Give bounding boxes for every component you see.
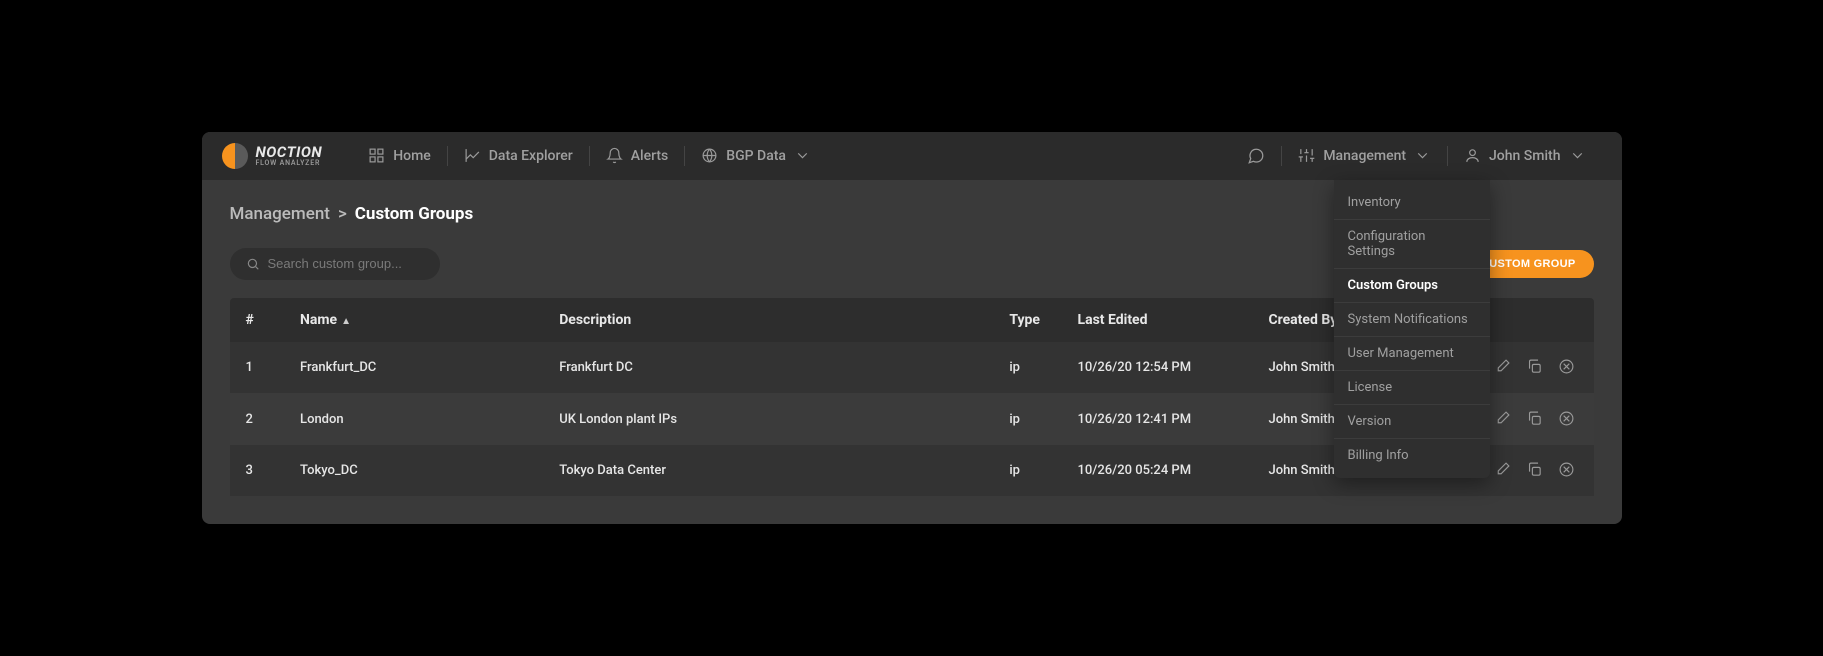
nav-alerts[interactable]: Alerts	[590, 132, 685, 180]
nav-user-label: John Smith	[1489, 148, 1560, 164]
bell-icon	[606, 147, 623, 164]
nav-home[interactable]: Home	[352, 132, 447, 180]
nav-data-explorer-label: Data Explorer	[489, 148, 573, 164]
top-nav: NOCTION FLOW ANALYZER Home Data Explorer…	[202, 132, 1622, 180]
app-window: NOCTION FLOW ANALYZER Home Data Explorer…	[202, 132, 1622, 525]
nav-chat[interactable]	[1231, 132, 1281, 180]
user-icon	[1464, 147, 1481, 164]
chevron-down-icon	[794, 147, 811, 164]
breadcrumb-separator: >	[338, 204, 347, 224]
dropdown-item[interactable]: Custom Groups	[1334, 269, 1490, 303]
delete-icon[interactable]	[1556, 407, 1578, 429]
dropdown-item[interactable]: License	[1334, 371, 1490, 405]
cell-name: Tokyo_DC	[284, 445, 543, 497]
copy-icon[interactable]	[1524, 356, 1546, 378]
dropdown-item[interactable]: Configuration Settings	[1334, 220, 1490, 269]
nav-home-label: Home	[393, 148, 431, 164]
cell-desc: Tokyo Data Center	[543, 445, 993, 497]
delete-icon[interactable]	[1556, 356, 1578, 378]
cell-num: 2	[230, 393, 285, 445]
cell-last-edited: 10/26/20 12:41 PM	[1062, 393, 1253, 445]
copy-icon[interactable]	[1524, 459, 1546, 481]
search-icon	[246, 256, 260, 272]
dropdown-item[interactable]: Billing Info	[1334, 439, 1490, 472]
sort-asc-icon: ▲	[341, 316, 351, 327]
edit-icon[interactable]	[1492, 407, 1514, 429]
dropdown-item[interactable]: System Notifications	[1334, 303, 1490, 337]
cell-desc: UK London plant IPs	[543, 393, 993, 445]
copy-icon[interactable]	[1524, 407, 1546, 429]
nav-bgp-data-label: BGP Data	[726, 148, 786, 164]
nav-user[interactable]: John Smith	[1448, 132, 1601, 180]
brand-name: NOCTION	[256, 145, 323, 160]
breadcrumb-parent[interactable]: Management	[230, 204, 330, 224]
cell-num: 1	[230, 342, 285, 394]
cell-num: 3	[230, 445, 285, 497]
col-header-num[interactable]: #	[230, 298, 285, 342]
edit-icon[interactable]	[1492, 356, 1514, 378]
chat-icon	[1247, 147, 1265, 165]
col-header-last-edited[interactable]: Last Edited	[1062, 298, 1253, 342]
grid-icon	[368, 147, 385, 164]
cell-name: Frankfurt_DC	[284, 342, 543, 394]
col-header-type[interactable]: Type	[993, 298, 1061, 342]
nav-bgp-data[interactable]: BGP Data	[685, 132, 827, 180]
nav-data-explorer[interactable]: Data Explorer	[448, 132, 589, 180]
logo[interactable]: NOCTION FLOW ANALYZER	[222, 143, 323, 169]
chevron-down-icon	[1569, 147, 1586, 164]
cell-type: ip	[993, 445, 1061, 497]
col-header-name[interactable]: Name▲	[284, 298, 543, 342]
edit-icon[interactable]	[1492, 459, 1514, 481]
management-dropdown: InventoryConfiguration SettingsCustom Gr…	[1334, 180, 1490, 478]
cell-last-edited: 10/26/20 05:24 PM	[1062, 445, 1253, 497]
brand-subtitle: FLOW ANALYZER	[256, 160, 323, 167]
dropdown-item[interactable]: Version	[1334, 405, 1490, 439]
sliders-icon	[1298, 147, 1315, 164]
chevron-down-icon	[1414, 147, 1431, 164]
chart-line-icon	[464, 147, 481, 164]
dropdown-item[interactable]: User Management	[1334, 337, 1490, 371]
col-header-desc[interactable]: Description	[543, 298, 993, 342]
logo-icon	[222, 143, 248, 169]
logo-text: NOCTION FLOW ANALYZER	[256, 145, 323, 167]
cell-type: ip	[993, 342, 1061, 394]
breadcrumb-current: Custom Groups	[355, 204, 473, 224]
dropdown-item[interactable]: Inventory	[1334, 186, 1490, 220]
cell-last-edited: 10/26/20 12:54 PM	[1062, 342, 1253, 394]
search-input[interactable]	[268, 256, 424, 271]
delete-icon[interactable]	[1556, 459, 1578, 481]
search-box[interactable]	[230, 248, 440, 280]
cell-desc: Frankfurt DC	[543, 342, 993, 394]
nav-management-label: Management	[1323, 148, 1406, 164]
cell-type: ip	[993, 393, 1061, 445]
nav-alerts-label: Alerts	[631, 148, 669, 164]
cell-name: London	[284, 393, 543, 445]
nav-management[interactable]: Management	[1282, 132, 1447, 180]
globe-icon	[701, 147, 718, 164]
